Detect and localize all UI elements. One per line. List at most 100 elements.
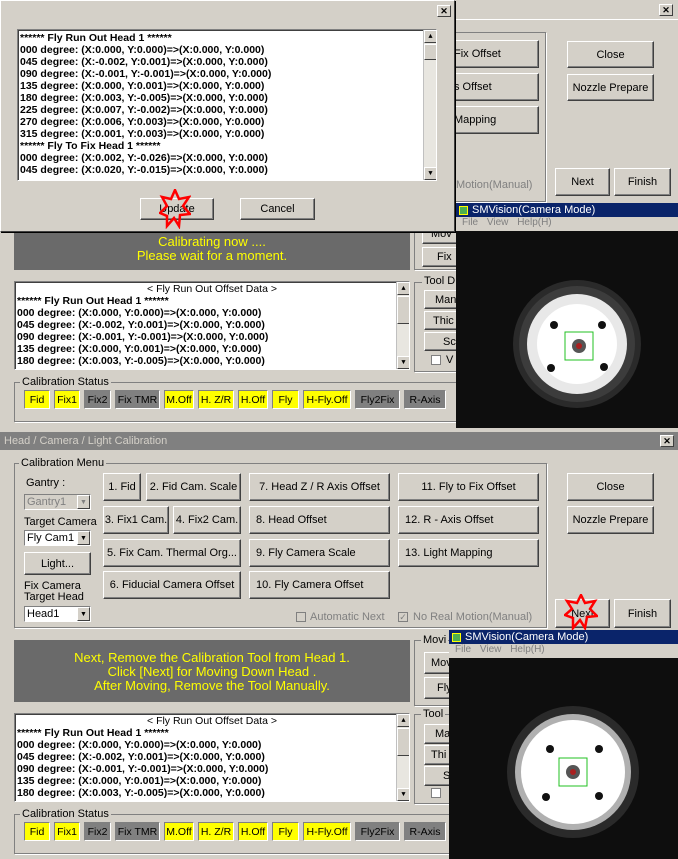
top-camera-image (456, 231, 678, 428)
bottom-offset-line: 000 degree: (X:0.000, Y:0.000)=>(X:0.000… (17, 739, 262, 751)
dialog-text-line: 000 degree: (X:0.002, Y:-0.026)=>(X:0.00… (20, 152, 268, 164)
calib-4-fix2-cam-button[interactable]: 4. Fix2 Cam. (173, 506, 241, 534)
bottom-offset-data-box[interactable]: < Fly Run Out Offset Data > ****** Fly R… (14, 713, 410, 802)
bottom-screen: Head / Camera / Light Calibration ✕ Cali… (0, 432, 678, 859)
status-badge: Fix1 (54, 822, 80, 841)
bottom-offset-line: 045 degree: (X:-0.002, Y:0.001)=>(X:0.00… (17, 751, 265, 763)
dialog-text-box[interactable]: ****** Fly Run Out Head 1 ****** 000 degr… (17, 29, 437, 181)
bottom-side-title: Movi (421, 634, 449, 646)
bottom-nozzle-prepare-button[interactable]: Nozzle Prepare (567, 506, 654, 534)
top-v-checkbox[interactable] (431, 355, 441, 365)
bottom-camera-window: SMVision(Camera Mode) File View Help(H) (449, 630, 678, 859)
bottom-tool-title: Tool (421, 708, 446, 720)
dialog-text-line: 000 degree: (X:0.000, Y:0.000)=>(X:0.000… (20, 44, 265, 56)
top-motion-manual-label: Motion(Manual) (456, 179, 533, 191)
chevron-down-icon[interactable]: ▼ (77, 531, 90, 545)
scroll-up-icon[interactable]: ▲ (397, 714, 409, 727)
bottom-offset-line: 090 degree: (X:-0.001, Y:-0.001)=>(X:0.0… (17, 763, 269, 775)
next-highlight-star-icon (564, 594, 598, 630)
top-nozzle-prepare-button[interactable]: Nozzle Prepare (567, 74, 654, 101)
update-dialog: ✕ ****** Fly Run Out Head 1 ****** 000 de… (0, 0, 455, 232)
dialog-text-line: 135 degree: (X:0.000, Y:0.001)=>(X:0.000… (20, 80, 265, 92)
top-offset-title: < Fly Run Out Offset Data > (147, 283, 277, 295)
status-badge: M.Off (164, 390, 194, 409)
calib-12-r-axis-offset-button[interactable]: 12. R - Axis Offset (398, 506, 539, 534)
top-offset-line: 045 degree: (X:-0.002, Y:0.001)=>(X:0.00… (17, 319, 265, 331)
target-head-label: Target Head (24, 591, 84, 603)
top-next-button[interactable]: Next (555, 168, 610, 196)
camera-app-icon (459, 206, 468, 215)
camera-menu-file[interactable]: File (455, 644, 471, 655)
target-head-select[interactable]: Head1 ▼ (24, 606, 91, 622)
bottom-offset-title: < Fly Run Out Offset Data > (147, 715, 277, 727)
target-camera-select[interactable]: Fly Cam1 ▼ (24, 530, 91, 546)
top-offset-line: 000 degree: (X:0.000, Y:0.000)=>(X:0.000… (17, 307, 262, 319)
cancel-button[interactable]: Cancel (240, 198, 315, 220)
bottom-side-checkbox[interactable] (431, 788, 441, 798)
scroll-thumb[interactable] (397, 296, 409, 324)
dialog-text-line: 090 degree: (X:-0.001, Y:-0.001)=>(X:0.0… (20, 68, 272, 80)
bottom-offset-line: 180 degree: (X:0.003, Y:-0.005)=>(X:0.00… (17, 787, 265, 799)
gantry-select[interactable]: Gantry1 ▼ (24, 494, 91, 510)
top-offset-scrollbar[interactable]: ▲ ▼ (396, 282, 409, 369)
status-badge: R-Axis (404, 822, 446, 841)
top-s-offset-button[interactable]: s Offset (445, 73, 539, 101)
top-mapping-button[interactable]: Mapping (445, 106, 539, 134)
camera-menu-help[interactable]: Help(H) (517, 217, 551, 228)
top-camera-window: SMVision(Camera Mode) File View Help(H) (456, 203, 678, 428)
scroll-thumb[interactable] (424, 44, 436, 60)
top-finish-button[interactable]: Finish (614, 168, 671, 196)
calibration-menu-title: Calibration Menu (19, 457, 107, 469)
automatic-next-checkbox[interactable] (296, 612, 306, 622)
top-offset-line: ****** Fly Run Out Head 1 ****** (17, 295, 169, 307)
scroll-up-icon[interactable]: ▲ (424, 30, 436, 43)
status-badge: M.Off (164, 822, 194, 841)
calib-3-fix1-cam-button[interactable]: 3. Fix1 Cam. (103, 506, 169, 534)
dialog-scrollbar[interactable]: ▲ ▼ (423, 30, 436, 180)
camera-menu-view[interactable]: View (480, 644, 502, 655)
scroll-up-icon[interactable]: ▲ (397, 282, 409, 295)
dialog-close-icon[interactable]: ✕ (437, 5, 451, 17)
bottom-instruction-message: Next, Remove the Calibration Tool from H… (14, 640, 410, 702)
camera-menu-view[interactable]: View (487, 217, 509, 228)
dialog-text-line: 225 degree: (X:0.007, Y:-0.002)=>(X:0.00… (20, 104, 268, 116)
scroll-thumb[interactable] (397, 728, 409, 756)
target-camera-label: Target Camera (24, 516, 97, 528)
top-offset-line: 135 degree: (X:0.000, Y:0.001)=>(X:0.000… (17, 343, 262, 355)
status-badge: R-Axis (404, 390, 446, 409)
no-real-motion-checkbox[interactable]: ✓ (398, 612, 408, 622)
status-badge: Fix TMR (115, 822, 160, 841)
bottom-camera-image (449, 658, 678, 859)
calib-8-head-offset-button[interactable]: 8. Head Offset (249, 506, 390, 534)
calib-13-light-mapping-button[interactable]: 13. Light Mapping (398, 539, 539, 567)
calib-11-fly-to-fix-offset-button[interactable]: 11. Fly to Fix Offset (398, 473, 539, 501)
calib-6-fiducial-camera-offset-button[interactable]: 6. Fiducial Camera Offset (103, 571, 241, 599)
calib-1-fid-button[interactable]: 1. Fid (103, 473, 141, 501)
calib-10-fly-camera-offset-button[interactable]: 10. Fly Camera Offset (249, 571, 390, 599)
no-real-motion-label: No Real Motion(Manual) (413, 611, 533, 623)
chevron-down-icon[interactable]: ▼ (77, 495, 90, 509)
bottom-offset-scrollbar[interactable]: ▲ ▼ (396, 714, 409, 801)
scroll-down-icon[interactable]: ▼ (397, 788, 409, 801)
bottom-camera-title: SMVision(Camera Mode) (449, 630, 678, 644)
calibration-window-close-icon[interactable]: ✕ (660, 435, 674, 447)
calib-9-fly-camera-scale-button[interactable]: 9. Fly Camera Scale (249, 539, 390, 567)
scroll-down-icon[interactable]: ▼ (397, 356, 409, 369)
dialog-text-line: 270 degree: (X:0.006, Y:0.003)=>(X:0.000… (20, 116, 265, 128)
chevron-down-icon[interactable]: ▼ (77, 607, 90, 621)
camera-menu-help[interactable]: Help(H) (510, 644, 544, 655)
calib-2-fid-cam-scale-button[interactable]: 2. Fid Cam. Scale (146, 473, 241, 501)
bottom-close-button[interactable]: Close (567, 473, 654, 501)
top-close-button[interactable]: Close (567, 41, 654, 68)
bottom-camera-menu: File View Help(H) (449, 644, 678, 658)
top-fix-offset-button[interactable]: Fix Offset (445, 40, 539, 68)
camera-menu-file[interactable]: File (462, 217, 478, 228)
calib-7-head-zr-axis-offset-button[interactable]: 7. Head Z / R Axis Offset (249, 473, 390, 501)
bottom-finish-button[interactable]: Finish (614, 599, 671, 628)
scroll-down-icon[interactable]: ▼ (424, 167, 436, 180)
status-badge: Fix1 (54, 390, 80, 409)
light-button[interactable]: Light... (24, 552, 91, 575)
calib-5-fix-cam-thermal-button[interactable]: 5. Fix Cam. Thermal Org... (103, 539, 241, 567)
top-offset-data-box[interactable]: < Fly Run Out Offset Data > ****** Fly R… (14, 281, 410, 370)
top-window-close-icon[interactable]: ✕ (659, 4, 673, 16)
